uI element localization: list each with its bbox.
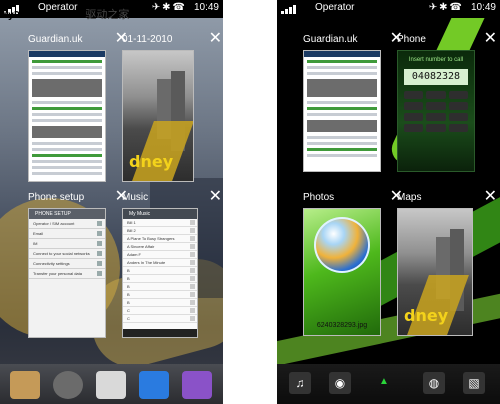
envelope-icon[interactable] xyxy=(10,371,40,399)
clock: 10:49 xyxy=(193,2,219,13)
music-thumbnail[interactable]: My Music Bill 1 Bill 2 A Plane To Busy S… xyxy=(122,208,198,338)
operator-label: Operator xyxy=(315,2,355,13)
status-icons: ✈✱☎ xyxy=(428,2,464,13)
card-title: Maps xyxy=(397,192,422,203)
card-title: Photos xyxy=(303,192,335,203)
photos-thumbnail[interactable]: 6240328293.jpg xyxy=(303,208,381,336)
task-card-guardian[interactable]: Guardian.uk ✕ xyxy=(303,31,403,184)
map-icon[interactable] xyxy=(182,371,212,399)
globe-icon[interactable]: ◍ xyxy=(423,372,445,394)
close-icon[interactable]: ✕ xyxy=(209,31,222,47)
signal-icon xyxy=(281,3,309,14)
settings-icon[interactable] xyxy=(53,371,83,399)
close-icon[interactable]: ✕ xyxy=(209,189,222,205)
phone-right-screen: Operator ✈✱☎ 10:49 Guardian.uk ✕ Phone ✕… xyxy=(277,0,500,404)
clock: 10:49 xyxy=(470,2,496,13)
dial-keypad[interactable] xyxy=(398,89,474,134)
music-controls[interactable] xyxy=(123,329,197,337)
triangle-icon[interactable]: ▲ xyxy=(379,376,389,387)
gallery-icon[interactable]: ▧ xyxy=(463,372,485,394)
task-card-maps[interactable]: Maps ✕ dney xyxy=(397,189,497,342)
music-icon[interactable]: ♫ xyxy=(289,372,311,394)
guardian-thumbnail[interactable] xyxy=(28,50,106,182)
phone-left-screen: Operator ✈✱☎ 10:49 Guardian.uk ✕ 01-11-2… xyxy=(0,0,223,404)
close-icon[interactable]: ✕ xyxy=(484,31,497,47)
status-icons: ✈✱☎ xyxy=(151,2,187,13)
card-title: Guardian.uk xyxy=(303,34,358,45)
maps-thumbnail[interactable]: dney xyxy=(397,208,473,336)
task-card-phone[interactable]: Phone ✕ Insert number to call 04082328 xyxy=(397,31,497,184)
phone-icon[interactable] xyxy=(139,371,169,399)
status-bar: Operator ✈✱☎ 10:49 xyxy=(277,0,500,18)
task-card-date[interactable]: 01-11-2010 ✕ dney xyxy=(122,31,222,184)
guardian-thumbnail[interactable] xyxy=(303,50,381,172)
watermark-cn: 驱动之家 xyxy=(85,9,130,21)
watermark: MyDrivers.com 驱动之家 xyxy=(2,6,129,22)
dialer-hint: Insert number to call xyxy=(408,57,464,63)
card-title: Phone setup xyxy=(28,192,85,203)
dialer-thumbnail[interactable]: Insert number to call 04082328 xyxy=(397,50,475,172)
card-title: Guardian.uk xyxy=(28,34,83,45)
dialed-number: 04082328 xyxy=(404,69,468,85)
street-thumbnail[interactable]: dney xyxy=(122,50,194,182)
app-dock xyxy=(0,364,223,404)
task-card-guardian[interactable]: Guardian.uk ✕ xyxy=(28,31,128,184)
photo-filename: 6240328293.jpg xyxy=(316,322,368,329)
app-dock: ♫ ◉ ▲ ◍ ▧ xyxy=(277,364,500,404)
card-title: 01-11-2010 xyxy=(122,34,173,45)
close-icon[interactable]: ✕ xyxy=(484,189,497,205)
task-card-photos[interactable]: Photos ✕ 6240328293.jpg xyxy=(303,189,403,342)
settings-thumbnail[interactable]: PHONE SETUP Operator / SIM account Email… xyxy=(28,208,106,338)
street-sign: dney xyxy=(129,152,174,171)
task-card-phone-setup[interactable]: Phone setup ✕ PHONE SETUP Operator / SIM… xyxy=(28,189,128,342)
camera-icon[interactable]: ◉ xyxy=(329,372,351,394)
card-title: Music xyxy=(122,192,149,203)
task-card-music[interactable]: Music ✕ My Music Bill 1 Bill 2 A Plane T… xyxy=(122,189,222,342)
arrow-up-icon[interactable] xyxy=(96,371,126,399)
card-title: Phone xyxy=(397,34,426,45)
marble-photo xyxy=(314,217,370,273)
watermark-site: MyDrivers.com xyxy=(2,10,81,21)
street-sign: dney xyxy=(404,306,449,325)
